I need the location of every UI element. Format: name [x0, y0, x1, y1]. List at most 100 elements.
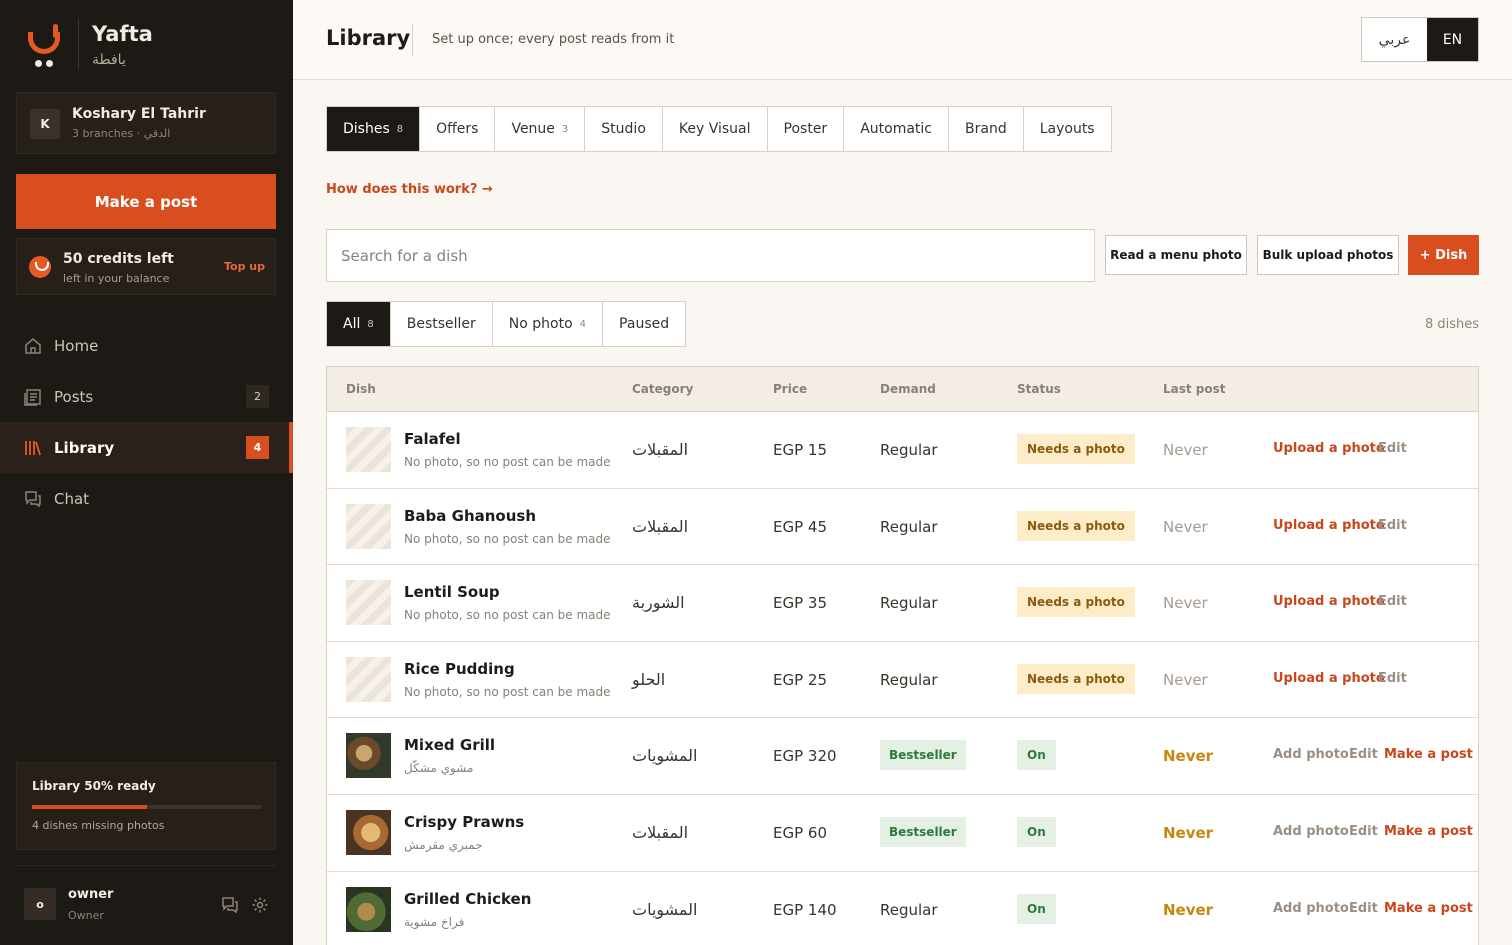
top-up-link[interactable]: Top up: [224, 260, 265, 273]
tab-studio[interactable]: Studio: [585, 107, 663, 151]
library-progress-bar: [32, 805, 262, 809]
tab-key-visual[interactable]: Key Visual: [663, 107, 768, 151]
make-post-link[interactable]: Make a post: [1384, 824, 1473, 839]
edit-link[interactable]: Edit: [1378, 518, 1407, 533]
dish-category: المقبلات: [632, 822, 689, 842]
table-row[interactable]: Mixed Grill مشوي مشكّل المشويات EGP 320 …: [327, 718, 1478, 795]
table-row[interactable]: Falafel No photo, so no post can be made…: [327, 412, 1478, 489]
user-avatar[interactable]: o: [24, 888, 56, 920]
make-post-link[interactable]: Make a post: [1384, 747, 1473, 762]
status-badge: Needs a photo: [1017, 587, 1135, 618]
upload-photo-link[interactable]: Upload a photo: [1273, 594, 1385, 609]
credits-title: 50 credits left: [63, 251, 174, 267]
table-header: Dish Category Price Demand Status Last p…: [327, 367, 1478, 412]
dish-demand: Regular: [880, 900, 938, 919]
dish-category: المقبلات: [632, 516, 689, 536]
add-photo-link[interactable]: Add photo: [1273, 824, 1349, 839]
dishes-table: Dish Category Price Demand Status Last p…: [326, 366, 1479, 945]
sidebar-divider: [16, 865, 276, 866]
tab-dishes[interactable]: Dishes 8: [327, 107, 421, 151]
tab-venue[interactable]: Venue 3: [495, 107, 586, 151]
tab-label: Dishes: [343, 121, 390, 137]
edit-link[interactable]: Edit: [1378, 441, 1407, 456]
filter-bestseller[interactable]: Bestseller: [391, 302, 493, 346]
filter-all[interactable]: All 8: [327, 302, 391, 346]
last-post: Never: [1163, 517, 1208, 536]
settings-gear-icon[interactable]: [251, 896, 269, 914]
sidebar-item-label: Library: [54, 438, 115, 457]
dish-category: الشوربة: [632, 593, 685, 613]
tab-offers[interactable]: Offers: [420, 107, 496, 151]
dish-subtitle: No photo, so no post can be made: [404, 455, 611, 469]
tab-automatic[interactable]: Automatic: [844, 107, 950, 151]
account-avatar: K: [30, 109, 60, 139]
add-dish-button[interactable]: + Dish: [1408, 235, 1479, 275]
last-post: Never: [1163, 594, 1208, 613]
table-row[interactable]: Lentil Soup No photo, so no post can be …: [327, 565, 1478, 642]
dish-price: EGP 25: [773, 670, 828, 689]
dish-price: EGP 140: [773, 900, 837, 919]
last-post: Never: [1163, 900, 1214, 919]
dish-subtitle: جمبري مقرمش: [404, 837, 483, 852]
edit-link[interactable]: Edit: [1349, 901, 1378, 916]
dish-search-input[interactable]: [326, 229, 1095, 282]
tab-count: 8: [396, 123, 404, 135]
how-it-works-link[interactable]: How does this work? →: [326, 182, 493, 197]
add-photo-link[interactable]: Add photo: [1273, 901, 1349, 916]
dish-subtitle: مشوي مشكّل: [404, 761, 474, 776]
dish-subtitle: فراخ مشوية: [404, 914, 465, 929]
last-post: Never: [1163, 670, 1208, 689]
lang-english-button[interactable]: EN: [1427, 18, 1478, 61]
edit-link[interactable]: Edit: [1378, 671, 1407, 686]
sidebar-item-library[interactable]: Library 4: [0, 422, 293, 473]
table-row[interactable]: Baba Ghanoush No photo, so no post can b…: [327, 489, 1478, 566]
filter-label: All: [343, 316, 361, 332]
dish-demand: Regular: [880, 517, 938, 536]
tab-label: Key Visual: [678, 121, 751, 137]
sidebar-item-posts[interactable]: Posts 2: [0, 371, 293, 422]
dish-price: EGP 15: [773, 441, 828, 459]
brand-logo[interactable]: Yafta يافطة: [26, 20, 153, 72]
filter-paused[interactable]: Paused: [603, 302, 685, 346]
edit-link[interactable]: Edit: [1349, 824, 1378, 839]
tab-label: Automatic: [860, 121, 933, 137]
dish-category: المشويات: [632, 746, 698, 766]
messages-icon[interactable]: [221, 896, 239, 914]
yafta-logo-icon: [26, 20, 62, 72]
brand-name-arabic: يافطة: [92, 52, 126, 68]
library-tabs: Dishes 8 Offers Venue 3 Studio Key Visual …: [326, 106, 1112, 152]
dish-photo-placeholder: [346, 503, 391, 549]
sidebar-item-label: Home: [54, 336, 99, 355]
tab-poster[interactable]: Poster: [768, 107, 845, 151]
table-row[interactable]: Crispy Prawns جمبري مقرمش المقبلات EGP 6…: [327, 795, 1478, 872]
tab-layouts[interactable]: Layouts: [1024, 107, 1111, 151]
sidebar-item-home[interactable]: Home: [0, 320, 293, 371]
credits-card: 50 credits left left in your balance Top…: [16, 238, 276, 295]
upload-photo-link[interactable]: Upload a photo: [1273, 671, 1385, 686]
make-post-link[interactable]: Make a post: [1384, 901, 1473, 916]
filter-no-photo[interactable]: No photo 4: [493, 302, 604, 346]
account-switcher[interactable]: K Koshary El Tahrir 3 branches · الدقي: [16, 92, 276, 154]
tab-brand[interactable]: Brand: [949, 107, 1024, 151]
dish-subtitle: No photo, so no post can be made: [404, 531, 611, 546]
upload-photo-link[interactable]: Upload a photo: [1273, 441, 1385, 456]
read-menu-photo-button[interactable]: Read a menu photo: [1105, 235, 1247, 275]
sidebar-item-label: Posts: [54, 387, 94, 406]
dish-category: المقبلات: [632, 440, 689, 459]
table-row[interactable]: Grilled Chicken فراخ مشوية المشويات EGP …: [327, 872, 1478, 945]
upload-photo-link[interactable]: Upload a photo: [1273, 518, 1385, 533]
lang-arabic-button[interactable]: عربي: [1362, 18, 1427, 61]
bulk-upload-button[interactable]: Bulk upload photos: [1257, 235, 1399, 275]
table-row[interactable]: Rice Pudding No photo, so no post can be…: [327, 642, 1478, 719]
dish-name: Grilled Chicken: [404, 889, 532, 908]
edit-link[interactable]: Edit: [1349, 747, 1378, 762]
add-photo-link[interactable]: Add photo: [1273, 747, 1349, 762]
edit-link[interactable]: Edit: [1378, 594, 1407, 609]
sidebar-nav: Home Posts 2 Library 4 Chat: [0, 320, 293, 524]
make-post-button[interactable]: Make a post: [16, 174, 276, 229]
page-header: Library Set up once; every post reads fr…: [293, 0, 1512, 80]
page-title: Library: [326, 26, 411, 50]
account-branches: 3 branches · الدقي: [72, 127, 171, 140]
dish-demand: Regular: [880, 670, 938, 689]
sidebar-item-chat[interactable]: Chat: [0, 473, 293, 524]
